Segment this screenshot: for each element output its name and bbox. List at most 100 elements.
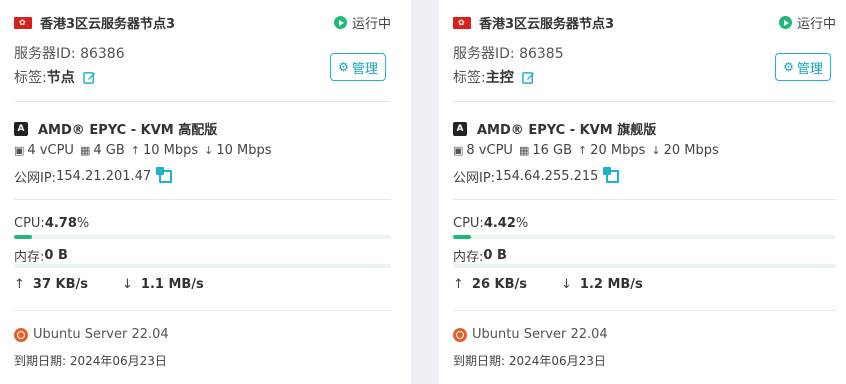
upload-bandwidth: 10 Mbps (142, 143, 199, 158)
public-ip-row: 公网IP: 154.64.255.215 (453, 167, 836, 186)
hong-kong-flag-icon (453, 16, 471, 29)
arrow-up-icon: ↑ (14, 277, 25, 292)
os-row: Ubuntu Server 22.04 (14, 327, 391, 342)
server-title: 香港3区云服务器节点3 (40, 17, 176, 32)
cpu-model-row: A AMD® EPYC - KVM 高配版 (14, 119, 391, 138)
memory-value: 0 B (483, 248, 507, 263)
hong-kong-flag-icon (14, 16, 32, 29)
expiry-date: 到期日期: 2024年06月23日 (14, 354, 167, 368)
ip-label: 公网IP: (14, 171, 57, 186)
os-row: Ubuntu Server 22.04 (453, 327, 836, 342)
memory-usage-bar (14, 264, 391, 268)
play-circle-icon (333, 16, 347, 29)
cpu-usage-fill (14, 235, 33, 239)
status-badge: 运行中 (333, 13, 391, 32)
download-bandwidth: 10 Mbps (216, 143, 272, 158)
divider (453, 199, 836, 200)
ip-label: 公网IP: (453, 171, 496, 186)
memory-label: 内存: (14, 250, 45, 265)
chip-icon: ▣ (453, 144, 464, 157)
network-up: 37 KB/s (32, 277, 88, 292)
cpu-usage-bar (453, 235, 836, 239)
ram: 4 GB (93, 143, 125, 158)
cpu-usage-fill (453, 235, 472, 239)
public-ip-row: 公网IP: 154.21.201.47 (14, 167, 391, 186)
vcpu: 4 vCPU (27, 143, 74, 158)
server-card-grid: 香港3区云服务器节点3 运行中 服务器ID: 86386 标签: 节点 ⚙ 管理… (0, 0, 846, 384)
cpu-usage: CPU: 4.42 % (453, 216, 836, 231)
expiry-date: 到期日期: 2024年06月23日 (453, 354, 606, 368)
edit-icon[interactable] (521, 71, 535, 84)
arrow-up-icon: ↑ (130, 144, 140, 157)
arrow-up-icon: ↑ (578, 144, 588, 157)
memory-usage: 内存: 0 B (14, 246, 391, 265)
arrow-down-icon: ↓ (561, 277, 572, 292)
ip-address: 154.64.255.215 (495, 169, 599, 184)
play-circle-icon (778, 16, 792, 29)
memory-usage: 内存: 0 B (453, 246, 836, 265)
upload-bandwidth: 20 Mbps (590, 143, 646, 158)
ubuntu-icon (14, 327, 28, 342)
server-title: 香港3区云服务器节点3 (479, 17, 615, 32)
os-name: Ubuntu Server 22.04 (472, 327, 608, 342)
memory-label: 内存: (453, 250, 484, 265)
spec-row: ▣ 8 vCPU ▦ 16 GB ↑ 20 Mbps ↓ 20 Mbps (453, 143, 836, 158)
manage-button[interactable]: ⚙ 管理 (330, 53, 386, 81)
ubuntu-icon (453, 327, 467, 342)
arrow-down-icon: ↓ (122, 277, 133, 292)
spec-row: ▣ 4 vCPU ▦ 4 GB ↑ 10 Mbps ↓ 10 Mbps (14, 143, 391, 158)
arrow-down-icon: ↓ (204, 144, 214, 157)
tag-label: 标签: (453, 70, 486, 86)
network-up: 26 KB/s (471, 277, 527, 292)
gear-icon: ⚙ (338, 60, 349, 74)
amd-badge-icon: A (453, 121, 467, 136)
server-card: 香港3区云服务器节点3 运行中 服务器ID: 86386 标签: 节点 ⚙ 管理… (0, 0, 411, 384)
ip-address: 154.21.201.47 (56, 169, 152, 184)
manage-label: 管理 (351, 61, 378, 77)
divider (14, 199, 391, 200)
arrow-down-icon: ↓ (651, 144, 661, 157)
chip-icon: ▣ (14, 144, 25, 157)
memory-icon: ▦ (518, 144, 530, 157)
manage-button[interactable]: ⚙ 管理 (775, 53, 831, 81)
divider (14, 310, 391, 311)
arrow-up-icon: ↑ (453, 277, 464, 292)
vcpu: 8 vCPU (466, 143, 513, 158)
cpu-value: 4.42 (483, 216, 516, 231)
memory-icon: ▦ (79, 144, 91, 157)
cpu-usage: CPU: 4.78 % (14, 216, 391, 231)
cpu-model: AMD® EPYC - KVM 旗舰版 (477, 123, 657, 138)
cpu-value: 4.78 (44, 216, 77, 231)
memory-value: 0 B (44, 248, 68, 263)
network-down: 1.2 MB/s (579, 277, 643, 292)
server-card: 香港3区云服务器节点3 运行中 服务器ID: 86385 标签: 主控 ⚙ 管理… (439, 0, 846, 384)
download-bandwidth: 20 Mbps (663, 143, 719, 158)
network-traffic: ↑ 26 KB/s ↓ 1.2 MB/s (453, 277, 836, 292)
os-name: Ubuntu Server 22.04 (33, 327, 169, 342)
divider (453, 101, 836, 102)
amd-badge-icon: A (14, 121, 28, 136)
cpu-label: CPU: (453, 216, 484, 231)
gear-icon: ⚙ (783, 60, 794, 74)
cpu-usage-bar (14, 235, 391, 239)
cpu-unit: % (515, 216, 529, 231)
tag-value: 节点 (46, 70, 75, 86)
tag-value: 主控 (485, 70, 514, 86)
copy-icon[interactable] (156, 167, 173, 183)
tag-label: 标签: (14, 70, 47, 86)
cpu-label: CPU: (14, 216, 45, 231)
divider (14, 101, 391, 102)
network-traffic: ↑ 37 KB/s ↓ 1.1 MB/s (14, 277, 391, 292)
memory-usage-bar (453, 264, 836, 268)
manage-label: 管理 (796, 61, 823, 77)
copy-icon[interactable] (603, 167, 620, 183)
status-text: 运行中 (351, 17, 391, 32)
status-badge: 运行中 (778, 13, 836, 32)
ram: 16 GB (532, 143, 573, 158)
edit-icon[interactable] (82, 71, 96, 84)
network-down: 1.1 MB/s (140, 277, 204, 292)
cpu-unit: % (76, 216, 90, 231)
cpu-model: AMD® EPYC - KVM 高配版 (38, 123, 218, 138)
divider (453, 310, 836, 311)
cpu-model-row: A AMD® EPYC - KVM 旗舰版 (453, 119, 836, 138)
